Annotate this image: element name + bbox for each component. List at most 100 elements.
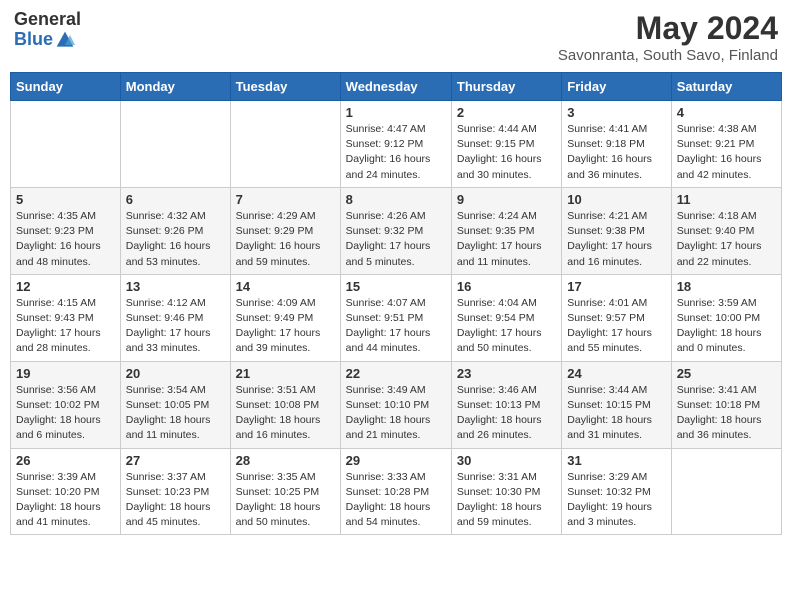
day-number: 31 bbox=[567, 453, 665, 468]
day-info: Sunrise: 3:31 AM Sunset: 10:30 PM Daylig… bbox=[457, 470, 556, 531]
calendar-cell: 3Sunrise: 4:41 AM Sunset: 9:18 PM Daylig… bbox=[562, 101, 671, 188]
day-info: Sunrise: 3:29 AM Sunset: 10:32 PM Daylig… bbox=[567, 470, 665, 531]
calendar-cell: 5 Sunrise: 4:35 AM Sunset: 9:23 PM Daylig… bbox=[11, 187, 121, 274]
calendar-cell: 29 Sunrise: 3:33 AM Sunset: 10:28 PM Dayl… bbox=[340, 448, 451, 535]
day-info: Sunrise: 4:29 AM Sunset: 9:29 PM Dayligh… bbox=[236, 209, 335, 270]
day-info: Sunrise: 4:18 AM Sunset: 9:40 PM Dayligh… bbox=[677, 209, 776, 270]
day-info: Sunrise: 3:37 AM Sunset: 10:23 PM Daylig… bbox=[126, 470, 225, 531]
day-info: Sunrise: 4:12 AM Sunset: 9:46 PM Dayligh… bbox=[126, 296, 225, 357]
logo-blue-text: Blue bbox=[14, 30, 53, 50]
calendar-cell bbox=[11, 101, 121, 188]
day-number: 24 bbox=[567, 366, 665, 381]
calendar-week-row: 19Sunrise: 3:56 AM Sunset: 10:02 PM Dayl… bbox=[11, 361, 782, 448]
day-number: 8 bbox=[346, 192, 446, 207]
day-info: Sunrise: 4:09 AM Sunset: 9:49 PM Dayligh… bbox=[236, 296, 335, 357]
calendar-cell: 13 Sunrise: 4:12 AM Sunset: 9:46 PM Dayli… bbox=[120, 274, 230, 361]
calendar-cell: 21Sunrise: 3:51 AM Sunset: 10:08 PM Dayl… bbox=[230, 361, 340, 448]
day-of-week-header: Monday bbox=[120, 73, 230, 101]
title-area: May 2024 Savonranta, South Savo, Finland bbox=[558, 10, 778, 64]
day-of-week-header: Tuesday bbox=[230, 73, 340, 101]
day-number: 6 bbox=[126, 192, 225, 207]
day-info: Sunrise: 3:59 AM Sunset: 10:00 PM Daylig… bbox=[677, 296, 776, 357]
calendar-cell: 19Sunrise: 3:56 AM Sunset: 10:02 PM Dayl… bbox=[11, 361, 121, 448]
calendar-cell: 17Sunrise: 4:01 AM Sunset: 9:57 PM Dayli… bbox=[562, 274, 671, 361]
day-info: Sunrise: 3:46 AM Sunset: 10:13 PM Daylig… bbox=[457, 383, 556, 444]
day-of-week-header: Thursday bbox=[451, 73, 561, 101]
calendar-cell: 9Sunrise: 4:24 AM Sunset: 9:35 PM Daylig… bbox=[451, 187, 561, 274]
calendar-cell: 10Sunrise: 4:21 AM Sunset: 9:38 PM Dayli… bbox=[562, 187, 671, 274]
calendar-cell bbox=[230, 101, 340, 188]
day-of-week-header: Friday bbox=[562, 73, 671, 101]
day-number: 23 bbox=[457, 366, 556, 381]
day-info: Sunrise: 4:07 AM Sunset: 9:51 PM Dayligh… bbox=[346, 296, 446, 357]
day-info: Sunrise: 4:35 AM Sunset: 9:23 PM Dayligh… bbox=[16, 209, 115, 270]
day-number: 1 bbox=[346, 105, 446, 120]
day-number: 21 bbox=[236, 366, 335, 381]
day-number: 11 bbox=[677, 192, 776, 207]
calendar-cell: 6 Sunrise: 4:32 AM Sunset: 9:26 PM Daylig… bbox=[120, 187, 230, 274]
calendar-cell: 18Sunrise: 3:59 AM Sunset: 10:00 PM Dayl… bbox=[671, 274, 781, 361]
calendar-cell: 23 Sunrise: 3:46 AM Sunset: 10:13 PM Dayl… bbox=[451, 361, 561, 448]
day-number: 2 bbox=[457, 105, 556, 120]
logo-general-text: General bbox=[14, 10, 81, 30]
day-info: Sunrise: 3:41 AM Sunset: 10:18 PM Daylig… bbox=[677, 383, 776, 444]
day-of-week-header: Saturday bbox=[671, 73, 781, 101]
logo-icon bbox=[55, 30, 75, 50]
day-info: Sunrise: 3:44 AM Sunset: 10:15 PM Daylig… bbox=[567, 383, 665, 444]
calendar-cell: 22 Sunrise: 3:49 AM Sunset: 10:10 PM Dayl… bbox=[340, 361, 451, 448]
calendar-week-row: 5 Sunrise: 4:35 AM Sunset: 9:23 PM Daylig… bbox=[11, 187, 782, 274]
day-info: Sunrise: 4:32 AM Sunset: 9:26 PM Dayligh… bbox=[126, 209, 225, 270]
day-number: 25 bbox=[677, 366, 776, 381]
calendar-cell: 7 Sunrise: 4:29 AM Sunset: 9:29 PM Daylig… bbox=[230, 187, 340, 274]
day-info: Sunrise: 3:54 AM Sunset: 10:05 PM Daylig… bbox=[126, 383, 225, 444]
day-number: 13 bbox=[126, 279, 225, 294]
calendar-cell: 1 Sunrise: 4:47 AM Sunset: 9:12 PM Daylig… bbox=[340, 101, 451, 188]
calendar-week-row: 1 Sunrise: 4:47 AM Sunset: 9:12 PM Daylig… bbox=[11, 101, 782, 188]
header: General Blue May 2024 Savonranta, South … bbox=[10, 10, 782, 64]
day-info: Sunrise: 4:38 AM Sunset: 9:21 PM Dayligh… bbox=[677, 122, 776, 183]
day-number: 28 bbox=[236, 453, 335, 468]
day-number: 27 bbox=[126, 453, 225, 468]
day-number: 7 bbox=[236, 192, 335, 207]
day-number: 30 bbox=[457, 453, 556, 468]
day-info: Sunrise: 4:47 AM Sunset: 9:12 PM Dayligh… bbox=[346, 122, 446, 183]
day-number: 4 bbox=[677, 105, 776, 120]
day-info: Sunrise: 4:15 AM Sunset: 9:43 PM Dayligh… bbox=[16, 296, 115, 357]
day-info: Sunrise: 3:49 AM Sunset: 10:10 PM Daylig… bbox=[346, 383, 446, 444]
day-number: 5 bbox=[16, 192, 115, 207]
calendar-cell: 14 Sunrise: 4:09 AM Sunset: 9:49 PM Dayli… bbox=[230, 274, 340, 361]
calendar-cell: 31 Sunrise: 3:29 AM Sunset: 10:32 PM Dayl… bbox=[562, 448, 671, 535]
day-info: Sunrise: 3:39 AM Sunset: 10:20 PM Daylig… bbox=[16, 470, 115, 531]
calendar-header-row: SundayMondayTuesdayWednesdayThursdayFrid… bbox=[11, 73, 782, 101]
day-number: 16 bbox=[457, 279, 556, 294]
day-info: Sunrise: 3:33 AM Sunset: 10:28 PM Daylig… bbox=[346, 470, 446, 531]
day-number: 22 bbox=[346, 366, 446, 381]
subtitle: Savonranta, South Savo, Finland bbox=[558, 47, 778, 64]
calendar-table: SundayMondayTuesdayWednesdayThursdayFrid… bbox=[10, 72, 782, 535]
calendar-cell: 28 Sunrise: 3:35 AM Sunset: 10:25 PM Dayl… bbox=[230, 448, 340, 535]
calendar-cell: 12Sunrise: 4:15 AM Sunset: 9:43 PM Dayli… bbox=[11, 274, 121, 361]
day-info: Sunrise: 4:01 AM Sunset: 9:57 PM Dayligh… bbox=[567, 296, 665, 357]
main-title: May 2024 bbox=[558, 10, 778, 47]
calendar-cell: 16 Sunrise: 4:04 AM Sunset: 9:54 PM Dayli… bbox=[451, 274, 561, 361]
day-of-week-header: Wednesday bbox=[340, 73, 451, 101]
day-number: 14 bbox=[236, 279, 335, 294]
day-number: 10 bbox=[567, 192, 665, 207]
day-info: Sunrise: 3:35 AM Sunset: 10:25 PM Daylig… bbox=[236, 470, 335, 531]
day-info: Sunrise: 3:56 AM Sunset: 10:02 PM Daylig… bbox=[16, 383, 115, 444]
day-number: 26 bbox=[16, 453, 115, 468]
day-number: 3 bbox=[567, 105, 665, 120]
day-of-week-header: Sunday bbox=[11, 73, 121, 101]
calendar-cell: 25 Sunrise: 3:41 AM Sunset: 10:18 PM Dayl… bbox=[671, 361, 781, 448]
calendar-cell bbox=[120, 101, 230, 188]
calendar-week-row: 26 Sunrise: 3:39 AM Sunset: 10:20 PM Dayl… bbox=[11, 448, 782, 535]
day-number: 15 bbox=[346, 279, 446, 294]
calendar-cell bbox=[671, 448, 781, 535]
day-info: Sunrise: 4:04 AM Sunset: 9:54 PM Dayligh… bbox=[457, 296, 556, 357]
logo: General Blue bbox=[14, 10, 81, 50]
calendar-cell: 8 Sunrise: 4:26 AM Sunset: 9:32 PM Daylig… bbox=[340, 187, 451, 274]
day-info: Sunrise: 4:26 AM Sunset: 9:32 PM Dayligh… bbox=[346, 209, 446, 270]
calendar-cell: 30 Sunrise: 3:31 AM Sunset: 10:30 PM Dayl… bbox=[451, 448, 561, 535]
day-number: 29 bbox=[346, 453, 446, 468]
calendar-week-row: 12Sunrise: 4:15 AM Sunset: 9:43 PM Dayli… bbox=[11, 274, 782, 361]
